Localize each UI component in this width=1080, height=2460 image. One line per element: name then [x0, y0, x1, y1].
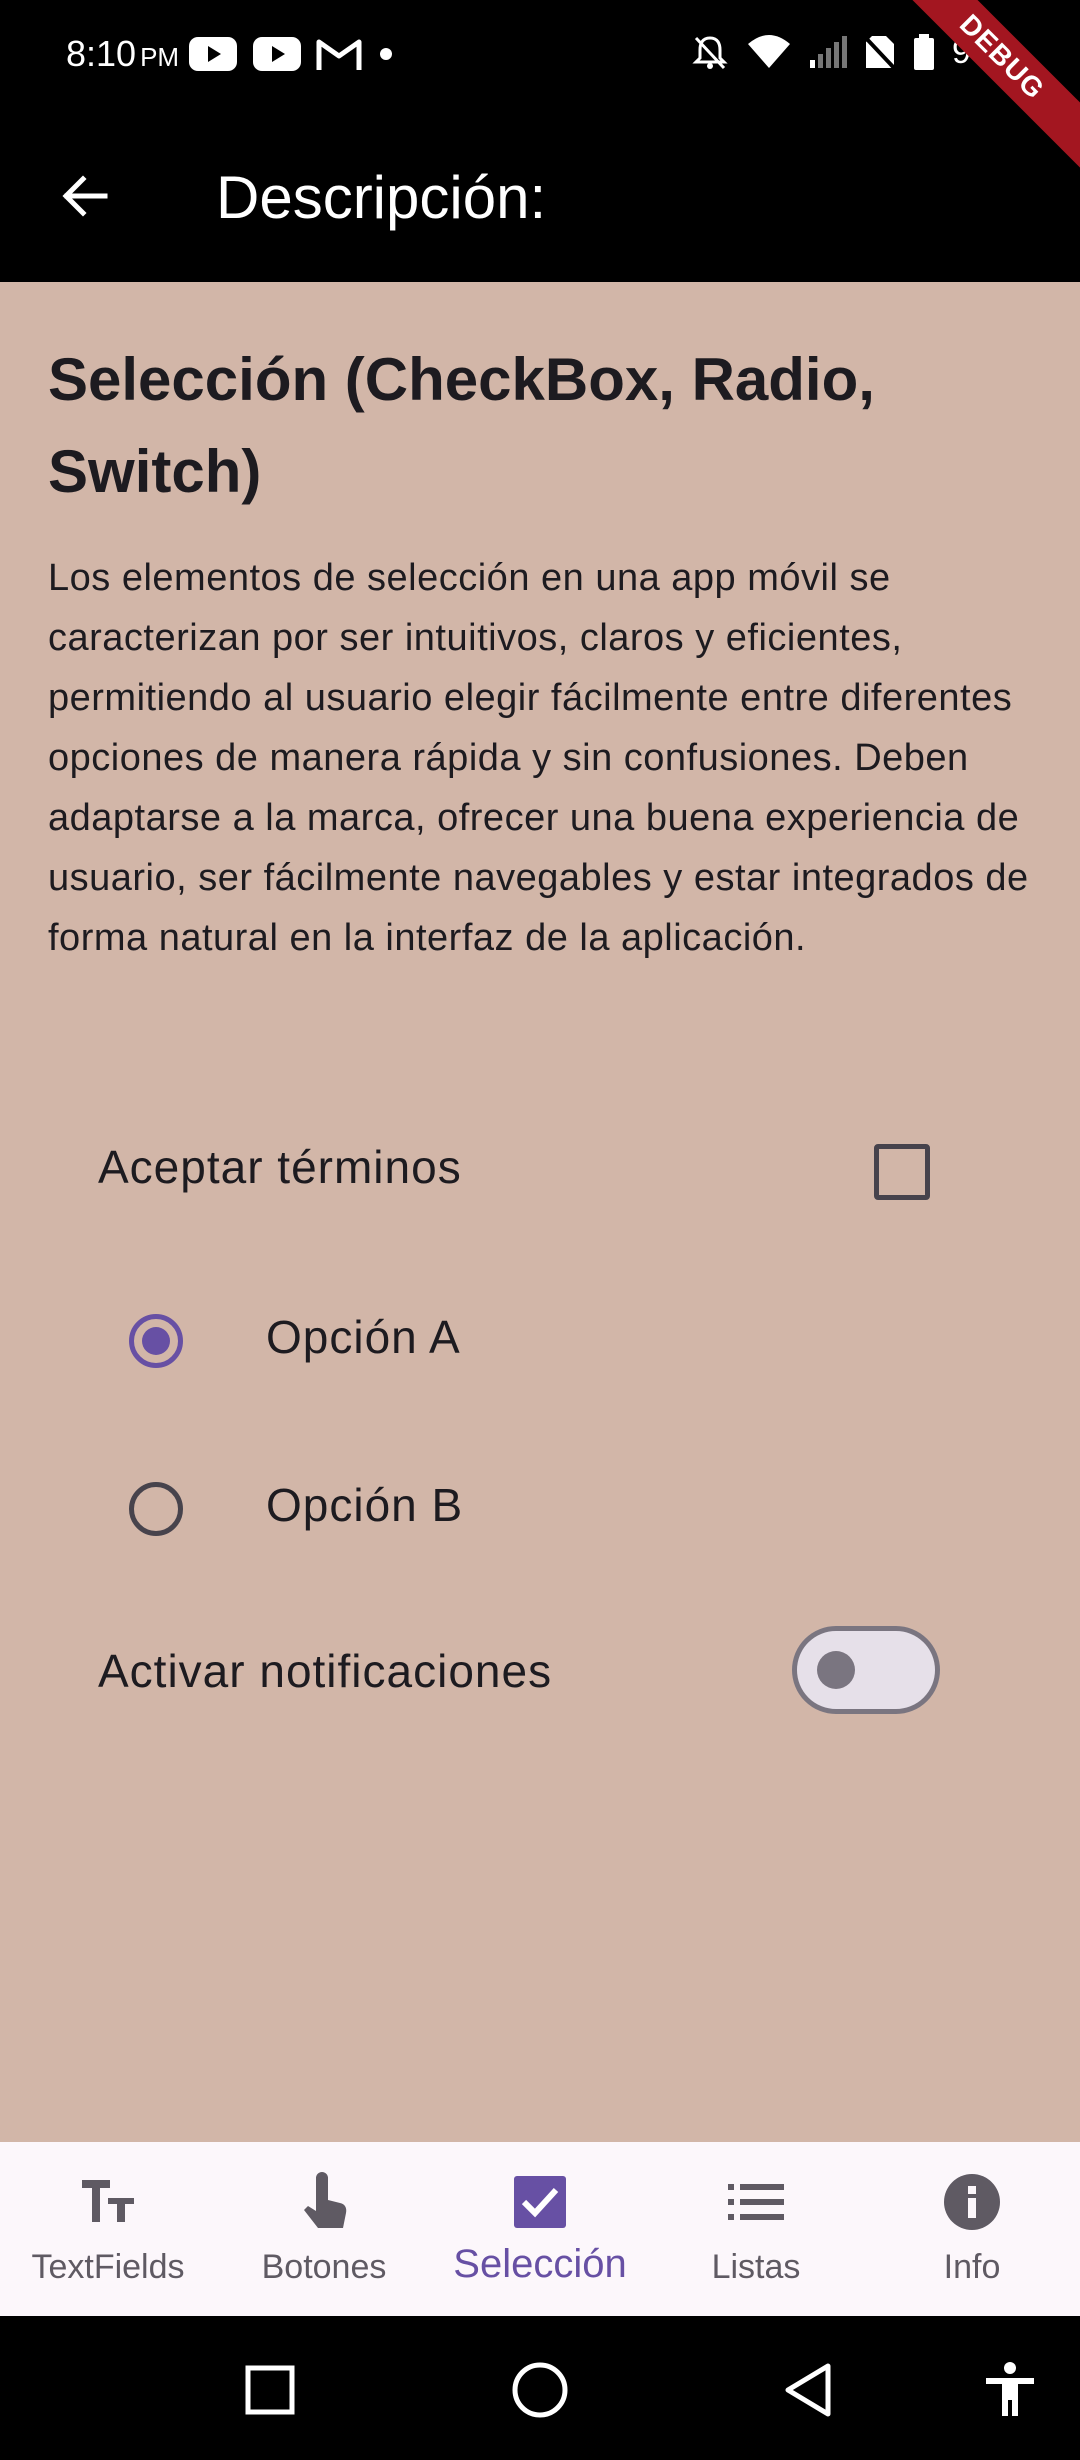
home-icon[interactable] [510, 2360, 570, 2420]
notifications-label: Activar notificaciones [98, 1645, 553, 1697]
terms-checkbox-row[interactable]: Aceptar términos [48, 1130, 948, 1214]
back-button[interactable] [48, 160, 120, 232]
section-description: Los elementos de selección en una app mó… [48, 557, 1029, 959]
battery-icon [913, 34, 934, 70]
bottom-navigation: TextFields Botones Selección Listas Info [0, 2142, 1080, 2316]
status-time: 8:10 PM [66, 32, 179, 79]
status-time-value: 8:10 [66, 33, 137, 74]
touch-icon [304, 2172, 347, 2228]
nav-item-botones[interactable]: Botones [216, 2142, 432, 2316]
nav-label-listas: Listas [711, 2248, 801, 2286]
notifications-switch-row[interactable]: Activar notificaciones [48, 1626, 948, 1722]
nav-label-textfields: TextFields [31, 2248, 185, 2286]
list-icon [728, 2184, 784, 2220]
notification-icons [188, 36, 396, 72]
nav-item-seleccion[interactable]: Selección [432, 2142, 648, 2316]
page-title: Descripción: [216, 164, 547, 231]
recents-icon[interactable] [240, 2360, 300, 2420]
notifications-switch[interactable] [792, 1626, 940, 1714]
wifi-icon [747, 35, 790, 68]
radio-option-b[interactable] [129, 1482, 183, 1536]
nav-item-listas[interactable]: Listas [648, 2142, 864, 2316]
radio-option-a-label: Opción A [266, 1311, 461, 1363]
check-box-icon [514, 2176, 566, 2228]
section-heading: Selección (CheckBox, Radio, Switch) [48, 346, 875, 505]
terms-label: Aceptar términos [98, 1141, 462, 1193]
radio-option-a[interactable] [129, 1314, 183, 1368]
radio-option-b-label: Opción B [266, 1479, 464, 1531]
info-icon [944, 2174, 1000, 2230]
arrow-left-icon [62, 175, 108, 217]
accessibility-icon[interactable] [980, 2360, 1040, 2420]
youtube-icon [253, 37, 301, 71]
system-navigation-bar [0, 2316, 1080, 2460]
signal-icon [809, 36, 847, 68]
content-area: Selección (CheckBox, Radio, Switch) Los … [48, 282, 1038, 968]
nav-label-seleccion: Selección [453, 2242, 627, 2286]
dot-icon [380, 48, 392, 60]
nav-label-info: Info [943, 2248, 1001, 2286]
no-sim-icon [863, 34, 896, 72]
nav-item-textfields[interactable]: TextFields [0, 2142, 216, 2316]
status-bar: 8:10 PM 99% [0, 0, 1080, 110]
radio-option-b-row[interactable]: Opción B [48, 1466, 948, 1550]
nav-item-info[interactable]: Info [864, 2142, 1080, 2316]
gmail-icon [316, 39, 362, 70]
nav-label-botones: Botones [261, 2248, 387, 2286]
status-time-ampm: PM [140, 42, 180, 72]
youtube-icon [189, 37, 237, 71]
switch-thumb [817, 1651, 855, 1689]
radio-option-a-row[interactable]: Opción A [48, 1298, 948, 1382]
back-icon[interactable] [780, 2360, 840, 2420]
text-fields-icon [82, 2180, 134, 2222]
bell-off-icon [692, 36, 728, 70]
app-bar: Descripción: [0, 110, 1080, 282]
terms-checkbox[interactable] [874, 1144, 930, 1200]
